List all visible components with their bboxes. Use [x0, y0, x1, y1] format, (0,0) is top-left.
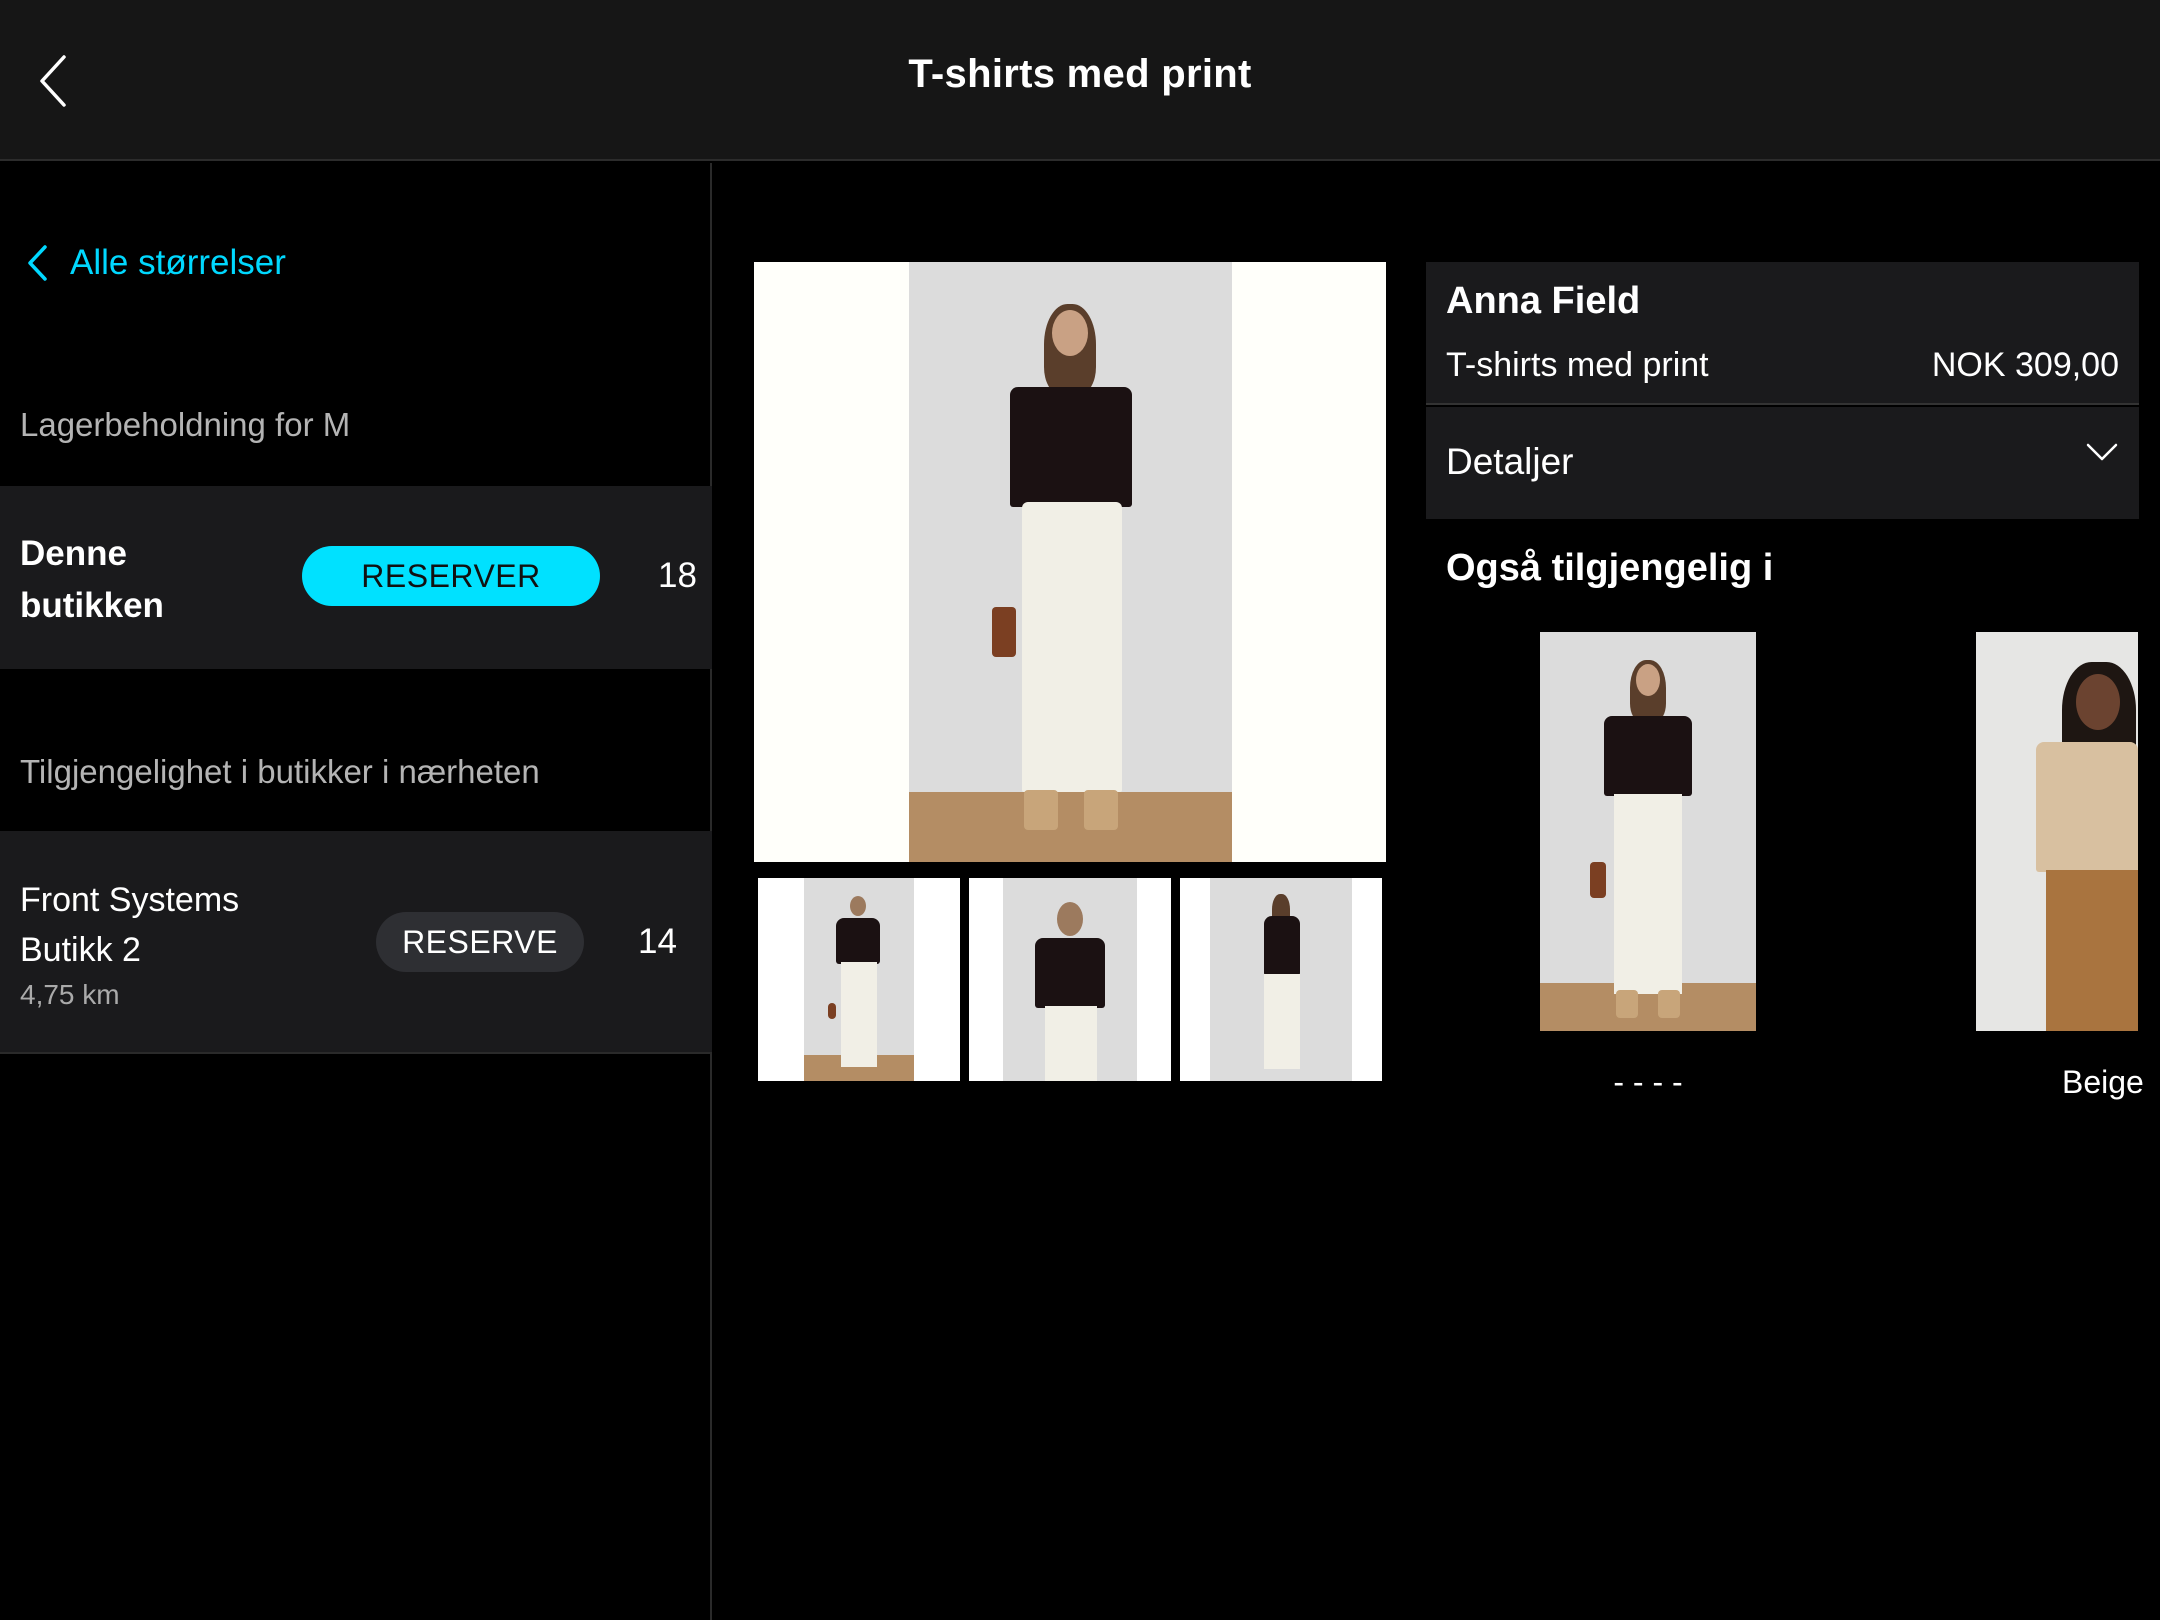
stock-label: Lagerbeholdning for M	[20, 406, 351, 443]
product-main-image[interactable]	[754, 262, 1386, 862]
store-name: Denne butikken	[20, 534, 164, 625]
variant-card[interactable]	[1976, 632, 2138, 1031]
chevron-down-icon	[2086, 443, 2118, 461]
this-store-row: Denne butikken RESERVER 18	[0, 486, 712, 669]
product-info-card: Anna Field T-shirts med print NOK 309,00	[1426, 262, 2139, 405]
also-available-title: Også tilgjengelig i	[1446, 547, 1774, 589]
product-name: T-shirts med print	[1446, 346, 1709, 384]
nearby-stores-label: Tilgjengelighet i butikker i nærheten	[20, 753, 540, 790]
thumbnail-2[interactable]	[969, 878, 1171, 1081]
page-title: T-shirts med print	[908, 52, 1252, 96]
variant-card[interactable]	[1540, 632, 1756, 1031]
top-bar: T-shirts med print	[0, 0, 2160, 161]
product-price: NOK 309,00	[1931, 346, 2119, 384]
all-sizes-label: Alle størrelser	[70, 243, 286, 282]
all-sizes-link[interactable]: Alle størrelser	[26, 243, 286, 283]
variant-label: - - - -	[1613, 1064, 1683, 1100]
stock-quantity: 18	[658, 556, 697, 595]
store-distance: 4,75 km	[20, 979, 120, 1010]
reserve-button[interactable]: RESERVER	[302, 546, 600, 606]
thumbnail-3[interactable]	[1180, 878, 1382, 1081]
stock-panel: Alle størrelser Lagerbeholdning for M De…	[0, 163, 712, 1620]
variant-label: Beige	[2062, 1064, 2144, 1100]
brand-name: Anna Field	[1446, 280, 1641, 322]
details-accordion[interactable]: Detaljer	[1426, 407, 2139, 519]
store-name: Front Systems Butikk 2	[20, 881, 240, 969]
chevron-left-icon	[28, 245, 47, 281]
reserve-button[interactable]: RESERVE	[376, 912, 584, 972]
details-label: Detaljer	[1446, 441, 1574, 482]
stock-quantity: 14	[638, 922, 677, 961]
nearby-store-row: Front Systems Butikk 2 4,75 km RESERVE 1…	[0, 831, 712, 1054]
thumbnail-1[interactable]	[758, 878, 960, 1081]
